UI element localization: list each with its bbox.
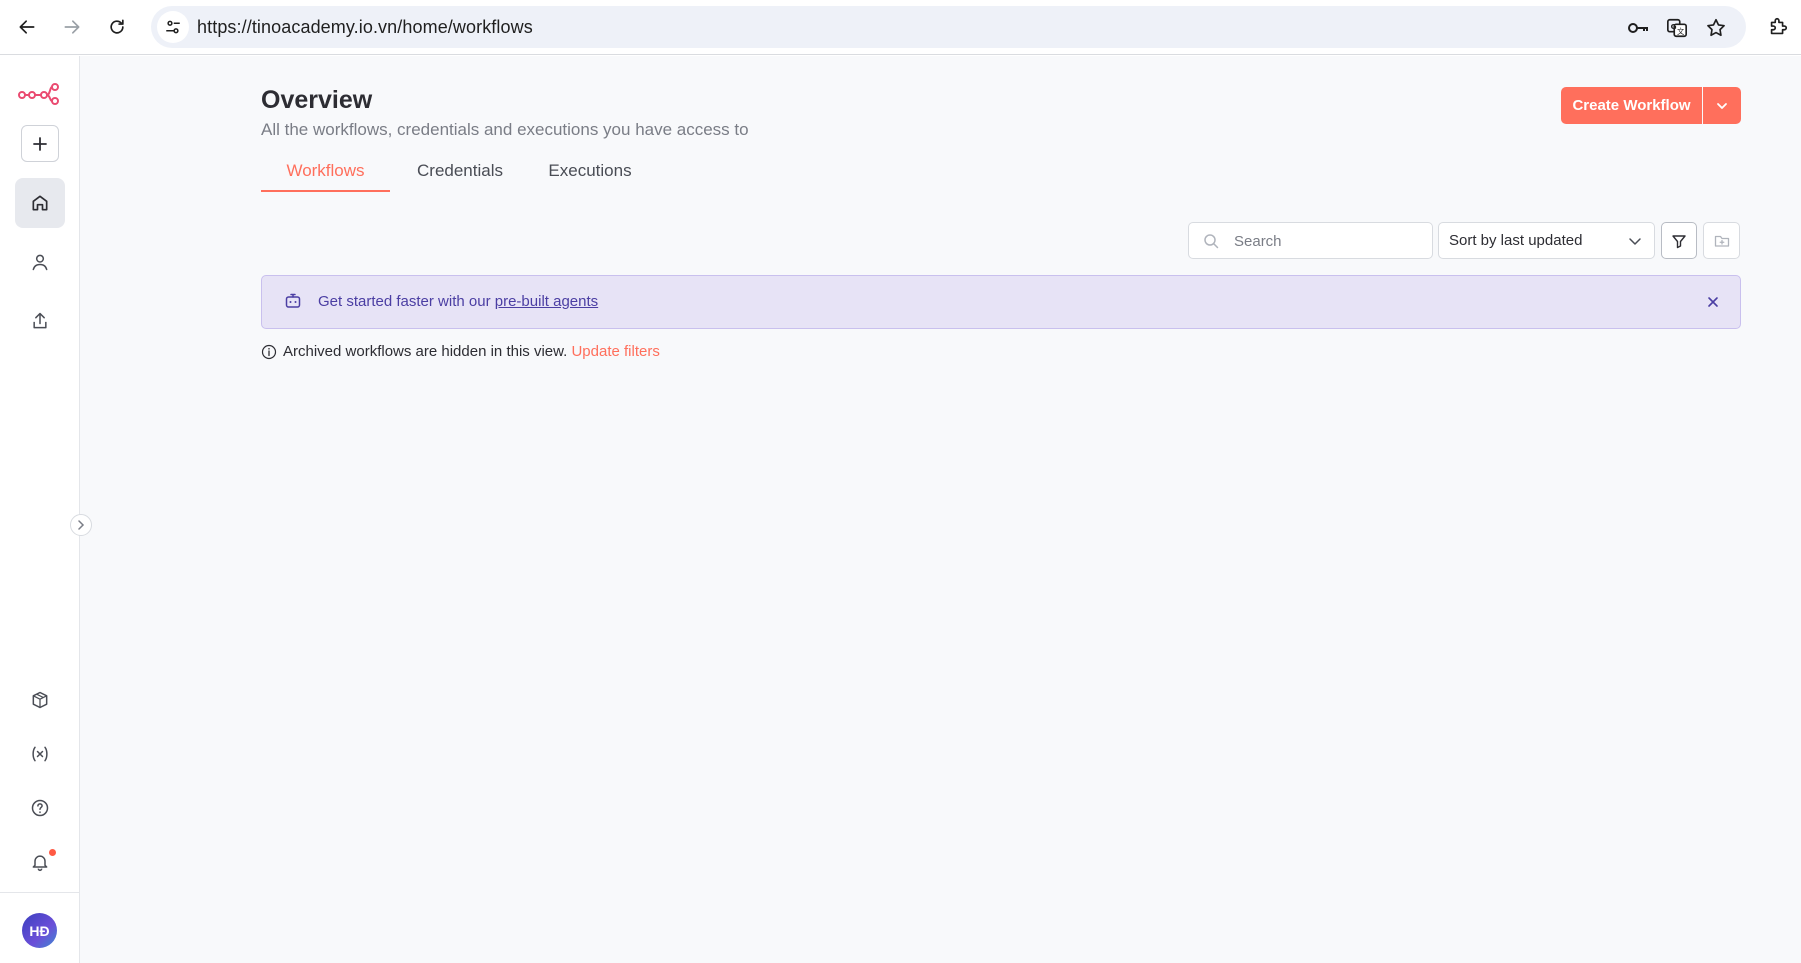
app-root: HĐ Overview All the workflows, credentia… bbox=[0, 56, 1801, 963]
collapse-sidebar-button[interactable] bbox=[70, 514, 92, 536]
bell-icon bbox=[32, 855, 48, 872]
sidebar-item-home[interactable] bbox=[15, 178, 65, 228]
robot-icon bbox=[285, 293, 301, 308]
create-workflow-button[interactable]: Create Workflow bbox=[1561, 87, 1702, 124]
sort-select[interactable]: Sort by last updated bbox=[1438, 222, 1655, 259]
notification-dot bbox=[49, 849, 56, 856]
reload-icon bbox=[110, 19, 124, 34]
tune-icon bbox=[166, 20, 180, 34]
share-icon bbox=[33, 312, 47, 329]
tab-workflows[interactable]: Workflows bbox=[261, 152, 390, 192]
add-folder-button[interactable] bbox=[1703, 222, 1740, 259]
pre-built-agents-banner: Get started faster with our pre-built ag… bbox=[261, 275, 1741, 329]
translate-icon: G文 bbox=[1667, 18, 1687, 38]
key-icon bbox=[1628, 23, 1648, 33]
site-info-button[interactable] bbox=[157, 11, 189, 43]
sort-select-value: Sort by last updated bbox=[1449, 232, 1583, 249]
bookmark-button[interactable] bbox=[1703, 15, 1729, 41]
address-bar[interactable]: https://tinoacademy.io.vn/home/workflows… bbox=[151, 6, 1746, 48]
tab-executions[interactable]: Executions bbox=[540, 152, 640, 192]
close-banner-button[interactable] bbox=[1702, 291, 1724, 313]
help-icon bbox=[31, 799, 49, 817]
chevron-down-icon bbox=[1717, 102, 1727, 109]
forward-button[interactable] bbox=[55, 10, 89, 44]
chevron-right-icon bbox=[78, 520, 85, 530]
reload-button[interactable] bbox=[100, 10, 134, 44]
filter-icon bbox=[1672, 234, 1686, 248]
arrow-left-icon bbox=[19, 20, 35, 34]
password-key-button[interactable] bbox=[1625, 15, 1651, 41]
sidebar-item-variables[interactable] bbox=[15, 729, 65, 779]
url-text[interactable]: https://tinoacademy.io.vn/home/workflows bbox=[197, 17, 533, 38]
arrow-right-icon bbox=[64, 20, 80, 34]
banner-text: Get started faster with our pre-built ag… bbox=[318, 293, 598, 310]
sidebar-divider bbox=[0, 892, 80, 893]
folder-plus-icon bbox=[1714, 235, 1729, 247]
search-field[interactable] bbox=[1188, 222, 1433, 259]
update-filters-link[interactable]: Update filters bbox=[571, 343, 659, 360]
tab-credentials[interactable]: Credentials bbox=[410, 152, 510, 192]
banner-message: Get started faster with our bbox=[318, 293, 495, 310]
add-button[interactable] bbox=[21, 125, 59, 162]
sidebar-item-templates[interactable] bbox=[15, 675, 65, 725]
create-options-dropdown[interactable] bbox=[1703, 87, 1741, 124]
archived-notice-text: Archived workflows are hidden in this vi… bbox=[283, 343, 568, 360]
n8n-logo-icon[interactable] bbox=[18, 81, 60, 105]
info-icon bbox=[261, 344, 277, 360]
search-icon bbox=[1204, 234, 1219, 249]
sidebar: HĐ bbox=[0, 56, 92, 963]
avatar[interactable]: HĐ bbox=[22, 913, 57, 948]
extensions-button[interactable] bbox=[1764, 13, 1792, 41]
user-icon bbox=[32, 254, 48, 271]
star-icon bbox=[1707, 18, 1725, 37]
translate-button[interactable]: G文 bbox=[1664, 15, 1690, 41]
browser-toolbar: https://tinoacademy.io.vn/home/workflows… bbox=[0, 0, 1801, 55]
home-icon bbox=[32, 195, 48, 211]
chevron-down-icon bbox=[1629, 238, 1641, 245]
sidebar-item-personal[interactable] bbox=[15, 237, 65, 287]
variables-icon bbox=[32, 746, 48, 762]
plus-icon bbox=[33, 136, 47, 151]
sidebar-item-shared[interactable] bbox=[15, 296, 65, 346]
box-icon bbox=[32, 691, 48, 709]
sidebar-item-help[interactable] bbox=[15, 783, 65, 833]
svg-text:文: 文 bbox=[1677, 27, 1685, 36]
puzzle-icon bbox=[1770, 17, 1788, 35]
pre-built-agents-link[interactable]: pre-built agents bbox=[495, 293, 598, 310]
close-icon bbox=[1708, 297, 1718, 307]
back-button[interactable] bbox=[10, 10, 44, 44]
sidebar-item-notifications[interactable] bbox=[15, 837, 65, 887]
svg-text:G: G bbox=[1671, 22, 1677, 31]
page-title: Overview bbox=[261, 86, 373, 114]
page-subtitle: All the workflows, credentials and execu… bbox=[261, 120, 749, 139]
filter-button[interactable] bbox=[1661, 222, 1697, 259]
search-input[interactable] bbox=[1234, 231, 1419, 251]
